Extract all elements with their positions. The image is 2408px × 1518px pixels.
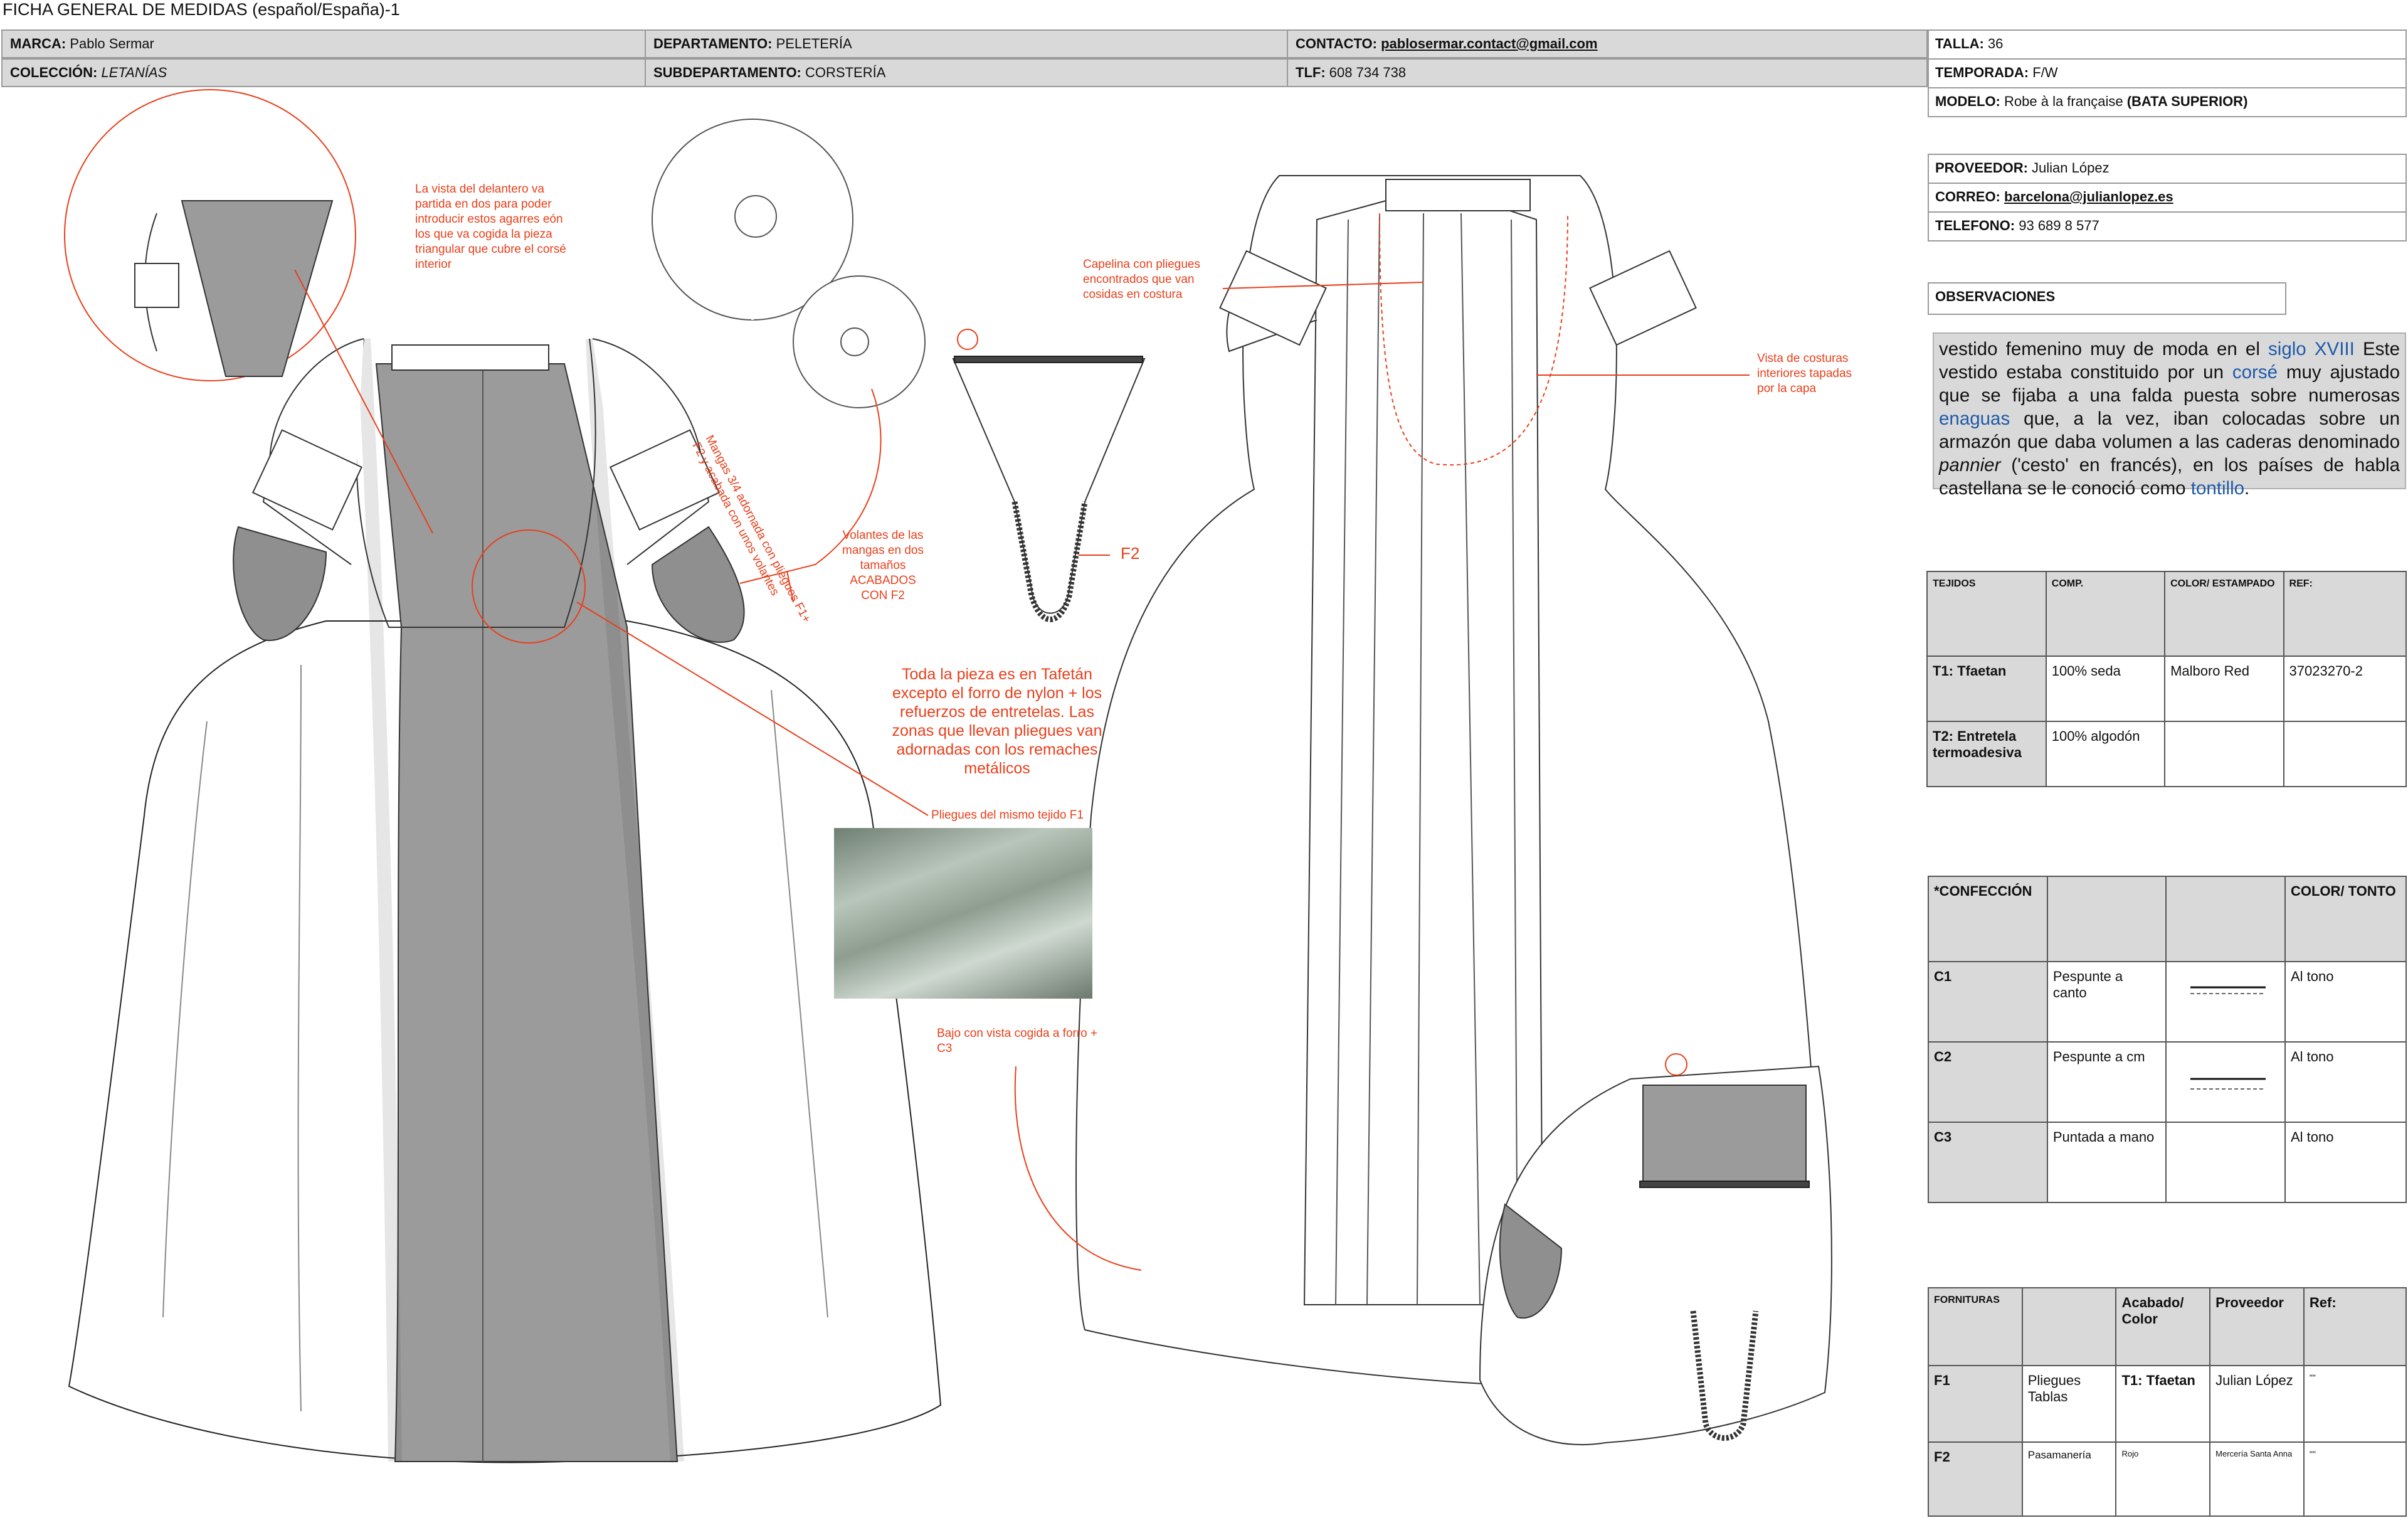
stitch-icon-c2	[2165, 1041, 2286, 1123]
modelo-field: MODELO: Robe à la française (BATA SUPERI…	[1928, 87, 2407, 117]
note-pliegues: Pliegues del mismo tejido F1	[931, 809, 1084, 822]
confeccion-table: *CONFECCIÓN COLOR/ TONTO C1 Pespunte a c…	[1928, 876, 2407, 1203]
link-corse[interactable]: corsé	[2232, 362, 2278, 383]
table-row: F2 Pasamanería Rojo Mercería Santa Anna …	[1928, 1441, 2407, 1517]
note-capelina: Capelina con pliegues encontrados que va…	[1083, 258, 1200, 301]
table-row: C1 Pespunte a canto Al tono	[1928, 961, 2407, 1043]
fabric-pleat-photo	[834, 828, 1092, 999]
table-row: T1: Tfaetan 100% seda Malboro Red 370232…	[1926, 656, 2407, 722]
correo-link[interactable]: barcelona@julianlopez.es	[2004, 189, 2173, 204]
observaciones-text: vestido femenino muy de moda en el siglo…	[1933, 332, 2406, 499]
talla-field: TALLA: 36	[1928, 29, 2407, 60]
fornituras-table: FORNITURAS Acabado/ Color Proveedor Ref:…	[1928, 1287, 2407, 1517]
table-row: C3 Puntada a mano Al tono	[1928, 1122, 2407, 1203]
correo-field: CORREO: barcelona@julianlopez.es	[1928, 183, 2407, 213]
note-vista-delantero: La vista del delantero va partida en dos…	[415, 183, 566, 271]
stitch-icon-c1	[2165, 961, 2286, 1043]
note-tafetan: Toda la pieza es en Tafetán excepto el f…	[892, 666, 1102, 777]
note-bajo: Bajo con vista cogida a forro + C3	[937, 1027, 1098, 1055]
temporada-field: TEMPORADA: F/W	[1928, 58, 2407, 88]
table-row: F1 Pliegues Tablas T1: Tfaetan Julian Ló…	[1928, 1365, 2407, 1443]
note-f2: F2	[1121, 544, 1140, 563]
tejidos-table: TEJIDOS COMP. COLOR/ ESTAMPADO REF: T1: …	[1926, 571, 2407, 787]
proveedor-field: PROVEEDOR: Julian López	[1928, 154, 2407, 184]
table-row: T2: Entretela termoadesiva 100% algodón	[1926, 721, 2407, 787]
note-volantes: Volantes de las mangas en dos tamaños AC…	[842, 529, 924, 602]
link-enaguas[interactable]: enaguas	[1939, 408, 2010, 429]
front-dress-illustration	[68, 338, 942, 1463]
telefono-field: TELEFONO: 93 689 8 577	[1928, 211, 2407, 242]
table-row: C2 Pespunte a cm Al tono	[1928, 1041, 2407, 1123]
link-tontillo[interactable]: tontillo	[2191, 478, 2244, 499]
observaciones-label: OBSERVACIONES	[1928, 282, 2286, 315]
note-vista-costuras: Vista de costuras interiores tapadas por…	[1757, 352, 1852, 395]
link-siglo-xviii[interactable]: siglo XVIII	[2268, 339, 2355, 359]
